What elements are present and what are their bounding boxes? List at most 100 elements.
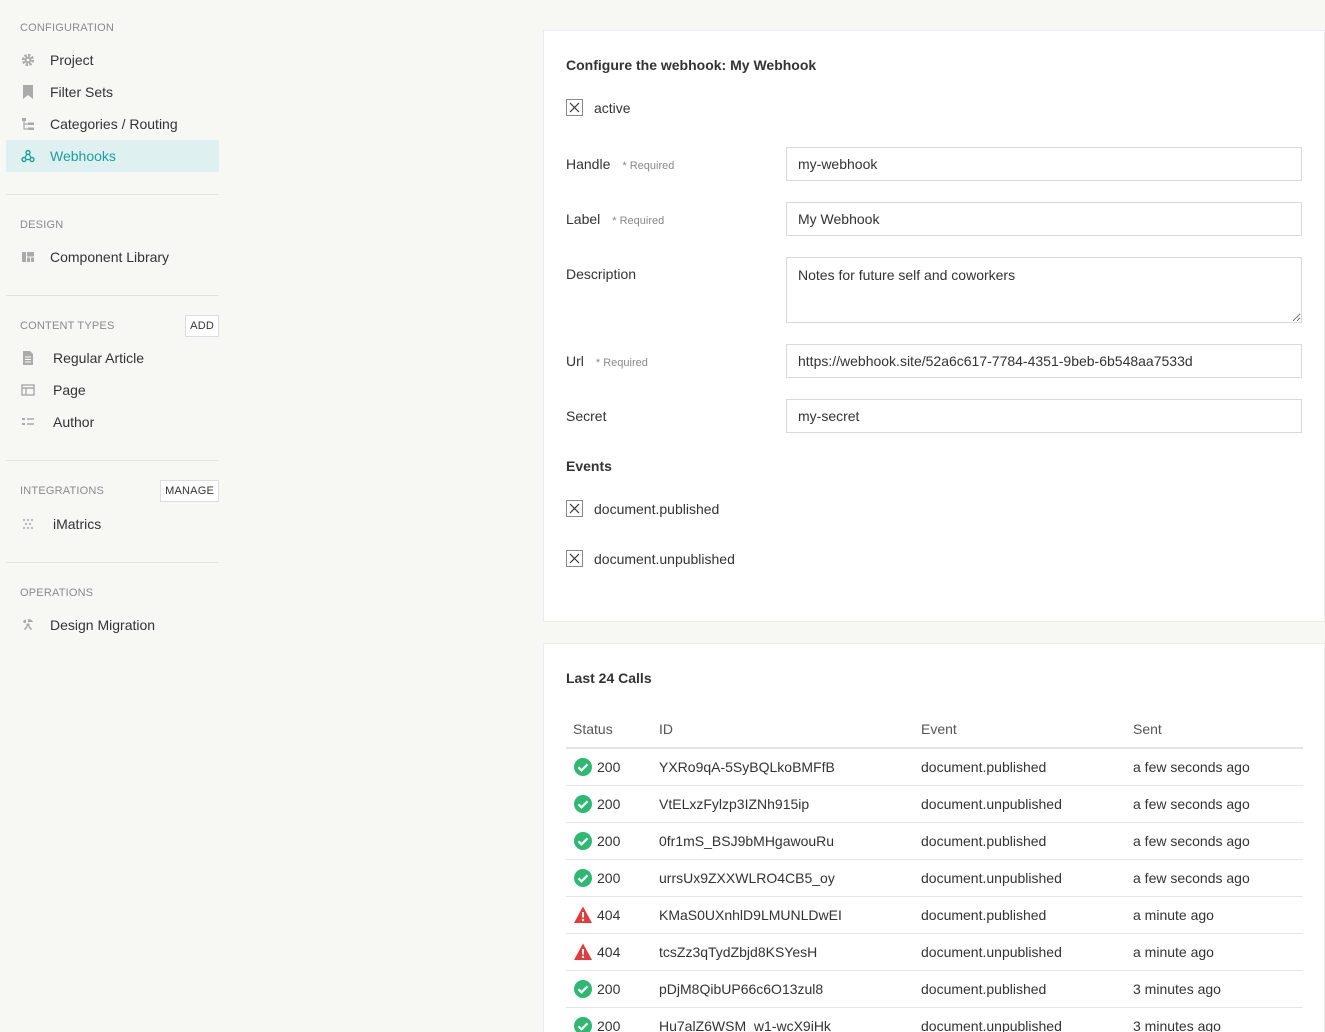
table-row[interactable]: 200 pDjM8QibUP66c6O13zul8 document.publish…: [566, 970, 1303, 1008]
success-check-icon: [573, 868, 593, 888]
section-header-operations: OPERATIONS: [20, 587, 94, 599]
sidebar-item-author[interactable]: Author: [6, 406, 219, 438]
sent-cell: a few seconds ago: [1126, 859, 1303, 897]
active-label: active: [594, 99, 631, 116]
column-header-id: ID: [652, 710, 914, 749]
success-check-icon: [573, 794, 593, 814]
label-input[interactable]: [786, 202, 1302, 236]
sent-cell: a minute ago: [1126, 933, 1303, 971]
success-check-icon: [573, 979, 593, 999]
calls-table: Status ID Event Sent 200 YXRo9qA-5SyBQLko…: [566, 710, 1303, 1032]
warning-triangle-icon: [573, 905, 593, 925]
sidebar-item-design-migration[interactable]: Design Migration: [6, 609, 219, 641]
events-heading: Events: [566, 458, 612, 474]
calls-table-body: 200 YXRo9qA-5SyBQLkoBMFfB document.publish…: [566, 748, 1303, 1032]
status-code: 200: [597, 758, 621, 775]
table-row[interactable]: 404 KMaS0UXnhlD9LMUNLDwEI document.publish…: [566, 896, 1303, 934]
event-label: document.unpublished: [594, 550, 735, 567]
call-id-cell: VtELxzFylzp3IZNh915ip: [652, 785, 914, 823]
description-label: Description: [566, 266, 636, 282]
success-check-icon: [573, 757, 593, 777]
sidebar-item-imatrics[interactable]: iMatrics: [6, 508, 219, 540]
section-header-design: DESIGN: [20, 219, 64, 231]
design-section: DESIGN Component Library: [0, 195, 228, 273]
status-cell: 404: [566, 896, 652, 934]
event-unpublished-checkbox[interactable]: [566, 550, 583, 567]
active-checkbox-row: active: [566, 99, 631, 116]
event-cell: document.published: [914, 822, 1126, 860]
status-code: 200: [597, 832, 621, 849]
webhook-config-panel: Configure the webhook: My Webhook active…: [543, 30, 1325, 622]
operations-section: OPERATIONS Design Migration: [0, 563, 228, 641]
table-row[interactable]: 404 tcsZz3qTydZbjd8KSYesH document.unpubli…: [566, 933, 1303, 971]
section-header-configuration: CONFIGURATION: [20, 22, 115, 34]
secret-input[interactable]: [786, 399, 1302, 433]
table-row[interactable]: 200 VtELxzFylzp3IZNh915ip document.unpubli…: [566, 785, 1303, 823]
sent-cell: a few seconds ago: [1126, 748, 1303, 786]
column-header-event: Event: [914, 710, 1126, 749]
webhook-calls-panel: Last 24 Calls Status ID Event Sent 200 YX…: [543, 643, 1325, 1032]
table-header-row: Status ID Event Sent: [566, 710, 1303, 749]
sidebar-item-project[interactable]: Project: [6, 44, 219, 76]
label-label: Label * Required: [566, 211, 664, 227]
migration-icon: [20, 617, 36, 633]
sidebar-item-label: Design Migration: [50, 617, 156, 633]
status-cell: 200: [566, 785, 652, 823]
integrations-section: INTEGRATIONS MANAGE iMatrics: [0, 461, 228, 540]
checkmark-x-icon: [569, 553, 580, 564]
sidebar-item-regular-article[interactable]: Regular Article: [6, 342, 219, 374]
content-types-section: CONTENT TYPES ADD Regular Article Page A…: [0, 296, 228, 438]
event-checkbox-row: document.unpublished: [566, 550, 735, 567]
table-row[interactable]: 200 0fr1mS_BSJ9bMHgawouRu document.publish…: [566, 822, 1303, 860]
status-code: 200: [597, 1017, 621, 1032]
sent-cell: a minute ago: [1126, 896, 1303, 934]
sidebar-item-label: Component Library: [50, 249, 170, 265]
success-check-icon: [573, 831, 593, 851]
table-row[interactable]: 200 urrsUx9ZXXWLRO4CB5_oy document.unpubli…: [566, 859, 1303, 897]
sidebar-item-label: Webhooks: [50, 148, 116, 164]
status-code: 200: [597, 869, 621, 886]
sidebar-item-label: Categories / Routing: [50, 116, 178, 132]
sent-cell: 3 minutes ago: [1126, 1007, 1303, 1032]
sidebar-item-label: iMatrics: [53, 516, 102, 532]
table-row[interactable]: 200 YXRo9qA-5SyBQLkoBMFfB document.publish…: [566, 748, 1303, 786]
url-input[interactable]: [786, 344, 1302, 378]
sidebar-item-component-library[interactable]: Component Library: [6, 241, 219, 273]
list-icon: [20, 414, 36, 430]
handle-input[interactable]: [786, 147, 1302, 181]
description-textarea[interactable]: Notes for future self and coworkers: [786, 257, 1302, 323]
call-id-cell: pDjM8QibUP66c6O13zul8: [652, 970, 914, 1008]
status-code: 404: [597, 943, 621, 960]
section-title: INTEGRATIONS: [20, 485, 105, 497]
event-checkbox-row: document.published: [566, 500, 719, 517]
call-id-cell: KMaS0UXnhlD9LMUNLDwEI: [652, 896, 914, 934]
sidebar-item-webhooks[interactable]: Webhooks: [6, 140, 219, 172]
document-icon: [20, 350, 36, 366]
add-content-type-button[interactable]: ADD: [185, 315, 219, 337]
sidebar-item-page[interactable]: Page: [6, 374, 219, 406]
sent-cell: a few seconds ago: [1126, 822, 1303, 860]
status-cell: 200: [566, 859, 652, 897]
sidebar: CONFIGURATION Project Filter Sets Catego…: [0, 0, 228, 1032]
event-cell: document.unpublished: [914, 1007, 1126, 1032]
required-indicator: * Required: [622, 160, 675, 172]
bookmark-icon: [20, 84, 36, 100]
column-header-status: Status: [566, 710, 652, 749]
event-published-checkbox[interactable]: [566, 500, 583, 517]
event-cell: document.published: [914, 970, 1126, 1008]
sidebar-item-filter-sets[interactable]: Filter Sets: [6, 76, 219, 108]
manage-integrations-button[interactable]: MANAGE: [160, 480, 219, 502]
url-label: Url * Required: [566, 353, 648, 369]
active-checkbox[interactable]: [566, 99, 583, 116]
sidebar-item-categories-routing[interactable]: Categories / Routing: [6, 108, 219, 140]
call-id-cell: YXRo9qA-5SyBQLkoBMFfB: [652, 748, 914, 786]
section-header-content-types: CONTENT TYPES ADD: [6, 315, 219, 337]
sidebar-item-label: Page: [53, 382, 86, 398]
status-cell: 200: [566, 822, 652, 860]
status-cell: 404: [566, 933, 652, 971]
checkmark-x-icon: [569, 102, 580, 113]
table-row[interactable]: 200 Hu7alZ6WSM_w1-wcX9iHk document.unpubli…: [566, 1007, 1303, 1032]
configuration-section: CONFIGURATION Project Filter Sets Catego…: [0, 0, 228, 172]
secret-label: Secret: [566, 408, 606, 424]
dots-icon: [20, 516, 36, 532]
